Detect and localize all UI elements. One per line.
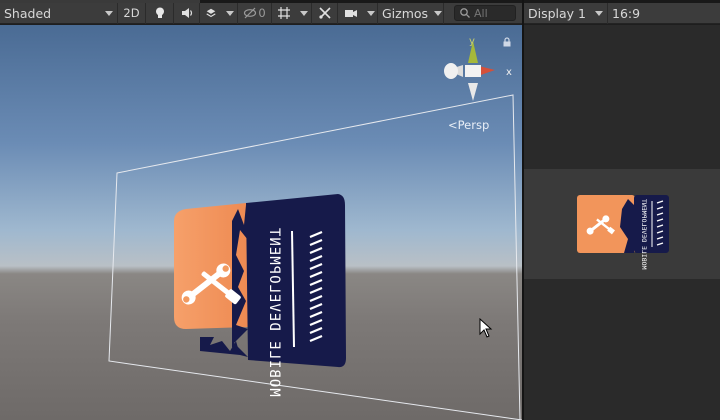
grid-icon (278, 7, 290, 19)
chevron-down-icon (299, 10, 308, 16)
scene-toolbar: Shaded 2D 0 Gizmos (0, 2, 522, 24)
gizmos-dropdown[interactable]: Gizmos (378, 2, 444, 24)
lock-icon[interactable] (502, 37, 512, 47)
grid-toggle-button[interactable] (272, 3, 296, 24)
shading-mode-dropdown[interactable]: Shaded (0, 2, 118, 24)
gizmos-label: Gizmos (382, 5, 429, 21)
aspect-label: 16:9 (612, 5, 641, 21)
mouse-cursor-icon (479, 318, 493, 338)
z-axis-cone[interactable] (444, 63, 458, 79)
tools-toggle-button[interactable] (312, 2, 338, 24)
camera-dropdown[interactable] (364, 2, 378, 24)
aspect-dropdown[interactable]: 16:9 (608, 3, 658, 24)
projection-toggle[interactable]: <Persp (448, 118, 489, 132)
card-navy-panel (246, 194, 346, 368)
eye-slash-icon (244, 7, 257, 19)
shading-mode-label: Shaded (4, 5, 52, 21)
scene-viewport[interactable]: MOBILE DEVELOPMENT y x <Persp (0, 25, 522, 420)
chevron-down-icon (225, 10, 234, 16)
scene-orientation-gizmo[interactable]: y x (433, 35, 513, 115)
game-toolbar: Display 1 16:9 (524, 2, 720, 24)
chevron-down-icon (366, 10, 375, 16)
2d-label: 2D (123, 6, 140, 20)
2d-toggle-button[interactable]: 2D (118, 2, 146, 24)
mobile-development-card[interactable]: MOBILE DEVELOPMENT (174, 194, 346, 397)
speaker-icon (181, 8, 192, 18)
projection-label: Persp (457, 118, 490, 132)
chevron-down-icon (105, 10, 113, 16)
game-preview-card: MOBILE DEVELOPMENT (577, 195, 669, 270)
y-axis-label: y (469, 36, 475, 47)
lighting-toggle-button[interactable] (146, 2, 174, 24)
tools-icon (318, 7, 331, 19)
game-view-canvas: MOBILE DEVELOPMENT (524, 169, 720, 279)
effects-layers-icon (206, 8, 216, 18)
chevron-down-icon (595, 10, 603, 16)
scene-visibility-toggle[interactable]: 0 (238, 2, 272, 24)
gizmo-center-cube[interactable] (465, 65, 481, 77)
game-view[interactable]: MOBILE DEVELOPMENT (524, 25, 720, 420)
search-icon (460, 8, 470, 18)
preview-title-text: MOBILE DEVELOPMENT (640, 199, 648, 270)
effects-toggle-button[interactable] (200, 3, 222, 24)
audio-toggle-button[interactable] (174, 2, 200, 24)
camera-settings-button[interactable] (338, 3, 364, 24)
light-bulb-icon (155, 7, 164, 18)
neg-y-axis-cone[interactable] (468, 83, 478, 101)
camera-icon (345, 10, 357, 17)
display-dropdown[interactable]: Display 1 (524, 2, 608, 24)
display-label: Display 1 (528, 5, 587, 21)
search-input[interactable] (474, 6, 514, 20)
chevron-down-icon (434, 10, 443, 16)
effects-dropdown[interactable] (222, 2, 238, 24)
scene-search-field[interactable] (454, 5, 516, 21)
perspective-icon: < (448, 118, 458, 132)
grid-dropdown[interactable] (296, 2, 312, 24)
card-title-text: MOBILE DEVELOPMENT (266, 227, 282, 397)
hidden-objects-count: 0 (258, 6, 266, 20)
x-axis-label: x (506, 67, 512, 78)
